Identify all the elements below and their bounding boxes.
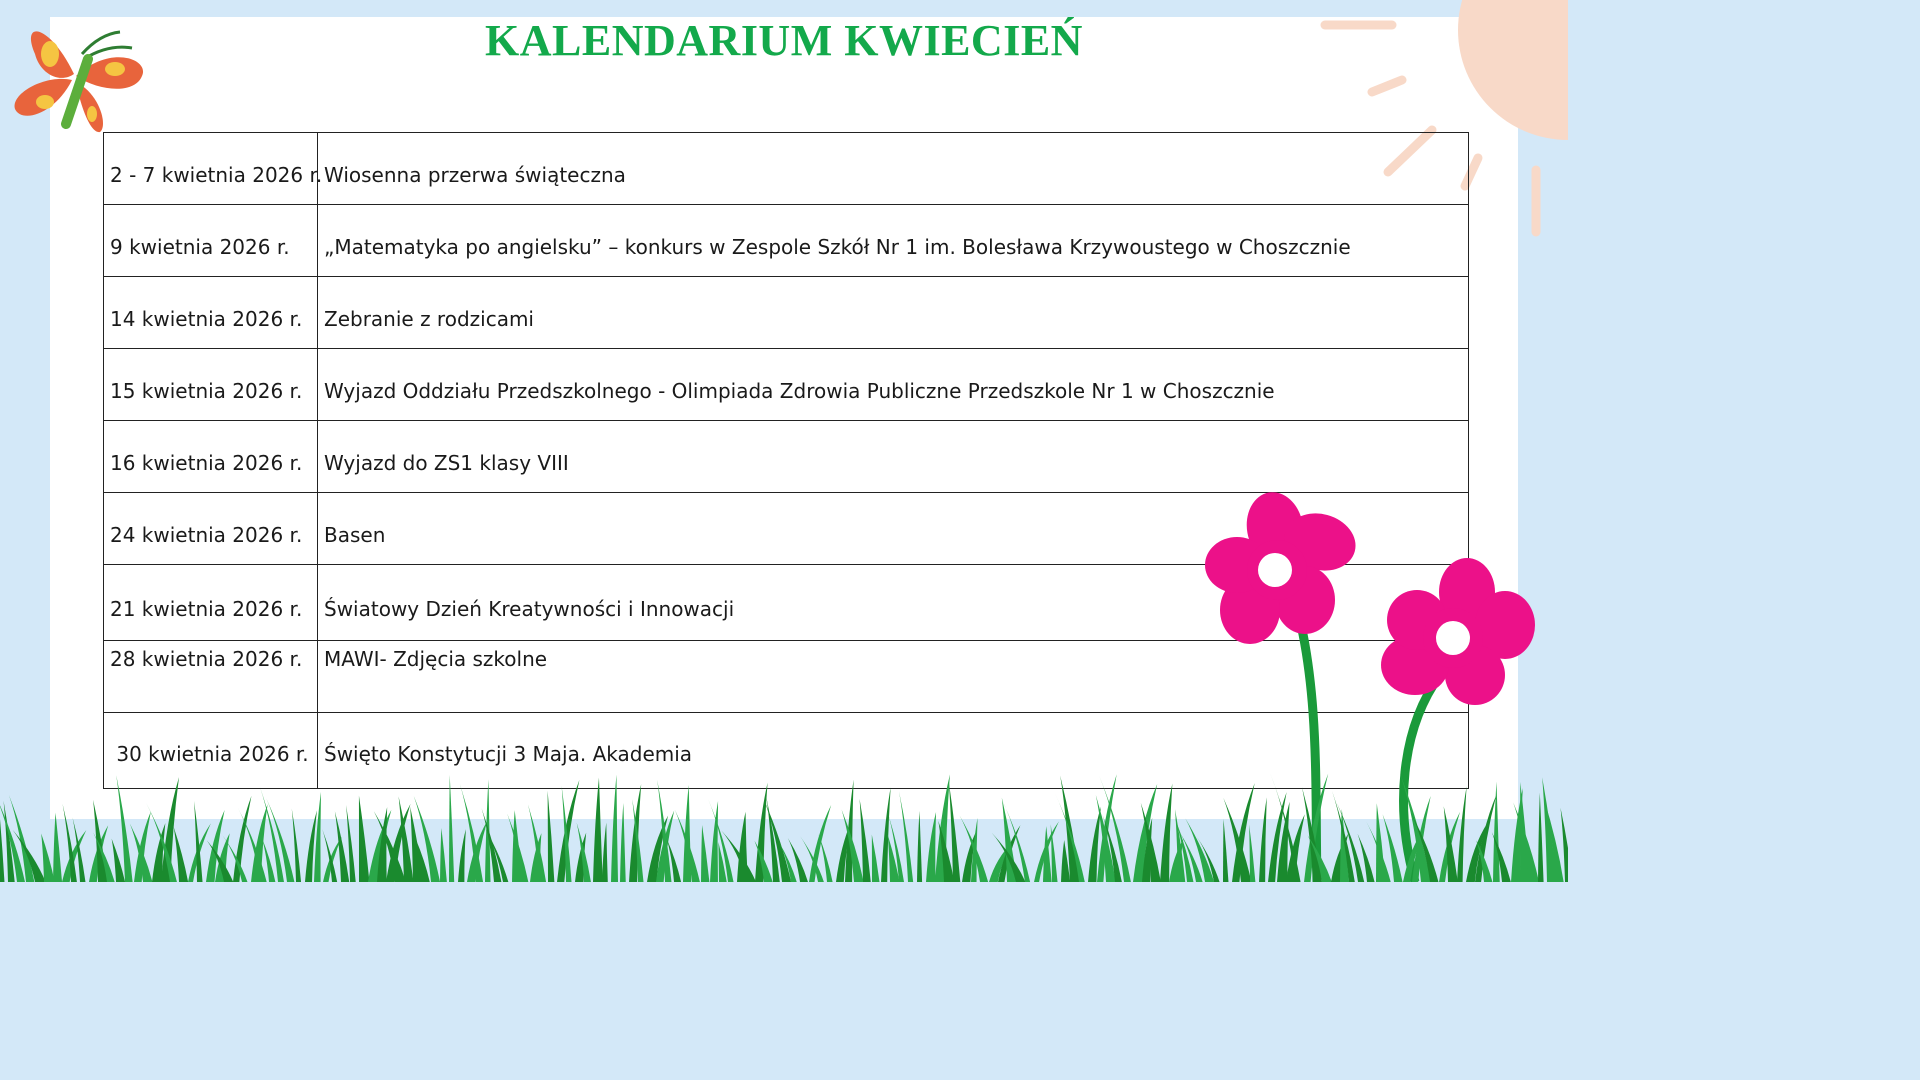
event-date: 14 kwietnia 2026 r. (103, 276, 318, 349)
event-date: 16 kwietnia 2026 r. (103, 420, 318, 493)
event-description: Zebranie z rodzicami (317, 276, 1469, 349)
table-row: 16 kwietnia 2026 r. Wyjazd do ZS1 klasy … (103, 420, 1469, 493)
table-row: 15 kwietnia 2026 r. Wyjazd Oddziału Prze… (103, 348, 1469, 421)
table-row: 9 kwietnia 2026 r. „Matematyka po angiel… (103, 204, 1469, 277)
grass-decoration (0, 773, 1568, 882)
event-description: Wyjazd do ZS1 klasy VIII (317, 420, 1469, 493)
event-description: Wiosenna przerwa świąteczna (317, 132, 1469, 205)
event-date: 9 kwietnia 2026 r. (103, 204, 318, 277)
event-date: 28 kwietnia 2026 r. (103, 640, 318, 713)
table-row: 2 - 7 kwietnia 2026 r. Wiosenna przerwa … (103, 132, 1469, 205)
event-date: 21 kwietnia 2026 r. (103, 564, 318, 641)
event-date: 15 kwietnia 2026 r. (103, 348, 318, 421)
table-row: 14 kwietnia 2026 r. Zebranie z rodzicami (103, 276, 1469, 349)
event-date: 2 - 7 kwietnia 2026 r. (103, 132, 322, 205)
event-description: „Matematyka po angielsku” – konkurs w Ze… (317, 204, 1469, 277)
event-description: Wyjazd Oddziału Przedszkolnego - Olimpia… (317, 348, 1469, 421)
event-date: 24 kwietnia 2026 r. (103, 492, 318, 565)
page-title: KALENDARIUM KWIECIEŃ (485, 16, 1083, 65)
